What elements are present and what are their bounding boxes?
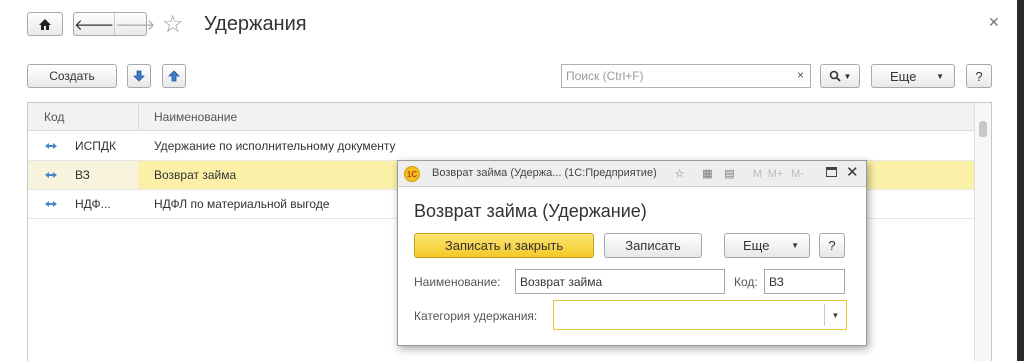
save-button[interactable]: Записать [604,233,702,258]
forward-arrow-icon: 🡒 [115,16,156,34]
move-up-button[interactable] [162,64,186,88]
row-code: ВЗ [75,168,90,182]
page-title: Удержания [204,13,307,35]
table-header: Код Наименование [28,103,975,131]
memory-button[interactable]: M [750,166,765,181]
name-label: Наименование: [414,275,501,289]
row-code: ИСПДК [75,139,117,153]
calendar-icon[interactable]: ▤ [722,166,737,181]
row-name: Возврат займа [154,168,237,182]
favorite-star-icon[interactable]: ☆ [162,10,184,39]
move-up-icon [168,70,180,82]
column-header-name[interactable]: Наименование [154,110,237,124]
search-icon [829,70,841,82]
clear-search-icon[interactable]: × [797,68,804,82]
scroll-thumb[interactable] [979,121,987,137]
table-row[interactable]: ИСПДК Удержание по исполнительному докум… [28,132,975,161]
save-and-close-button[interactable]: Записать и закрыть [414,233,594,258]
close-icon[interactable]: ✕ [846,163,859,181]
chevron-down-icon[interactable]: ▼ [824,304,846,326]
row-name: НДФЛ по материальной выгоде [154,197,330,211]
memory-minus-button[interactable]: M- [790,166,805,181]
more-label: Еще [890,68,917,84]
category-field[interactable]: ▼ [553,300,847,330]
dialog-heading: Возврат займа (Удержание) [414,201,647,221]
more-button[interactable]: Еще ▼ [724,233,810,258]
more-label: Еще [743,238,770,253]
create-button[interactable]: Создать [27,64,117,88]
edit-dialog: 1С Возврат займа (Удержа... (1С:Предприя… [397,160,867,346]
row-marker-icon [45,143,57,149]
move-down-button[interactable] [127,64,151,88]
row-name: Удержание по исполнительному документу [154,139,396,153]
memory-plus-button[interactable]: M+ [768,166,784,181]
chevron-down-icon: ▼ [936,71,944,81]
maximize-icon[interactable] [826,167,837,177]
home-icon [39,18,51,30]
window-edge [1017,0,1024,361]
home-button[interactable] [27,12,63,36]
dialog-window-title: Возврат займа (Удержа... (1С:Предприятие… [432,167,657,179]
help-button[interactable]: ? [966,64,992,88]
forward-button[interactable]: 🡒 [114,13,155,35]
column-divider [138,103,139,131]
row-marker-icon [45,201,57,207]
code-label: Код: [734,275,758,289]
chevron-down-icon: ▼ [791,241,799,250]
name-field[interactable]: Возврат займа [515,269,725,294]
category-label: Категория удержания: [414,309,538,323]
back-arrow-icon: 🡐 [74,16,115,34]
logo-1c-icon: 1С [404,166,420,182]
help-button[interactable]: ? [819,233,845,258]
row-marker-icon [45,172,57,178]
search-button[interactable]: ▼ [820,64,860,88]
column-header-code[interactable]: Код [44,110,64,124]
history-nav: 🡐 🡒 [73,12,155,36]
calculator-icon[interactable]: ▦ [700,166,715,181]
favorite-icon[interactable]: ☆ [672,166,687,181]
search-box: × [561,64,811,88]
back-button[interactable]: 🡐 [74,13,114,35]
code-field[interactable]: ВЗ [764,269,845,294]
dialog-titlebar[interactable]: 1С Возврат займа (Удержа... (1С:Предприя… [398,161,866,187]
search-input[interactable] [566,69,786,83]
row-code: НДФ... [75,197,111,211]
close-icon[interactable]: ✕ [988,14,1000,31]
vertical-scrollbar[interactable] [974,103,991,361]
chevron-down-icon: ▼ [843,71,852,81]
more-button[interactable]: Еще ▼ [871,64,955,88]
move-down-icon [133,70,145,82]
